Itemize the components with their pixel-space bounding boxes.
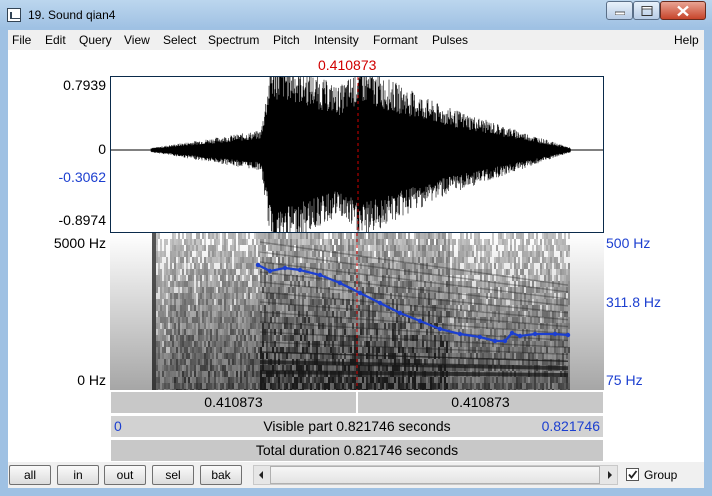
app-icon [7,8,21,22]
maximize-button[interactable] [633,1,660,20]
waveform-panel[interactable] [110,76,604,233]
editor-client-area: File Edit Query View Select Spectrum Pit… [8,30,704,488]
pitch-mid-label: 311.8 Hz [606,294,661,310]
spectrogram-plot [110,233,604,390]
freq-top-label: 5000 Hz [53,235,106,251]
menu-formant[interactable]: Formant [373,33,418,47]
menu-pulses[interactable]: Pulses [432,33,468,47]
close-icon [677,5,689,16]
minimize-button[interactable] [606,1,633,20]
menu-help[interactable]: Help [674,33,699,47]
menu-query[interactable]: Query [79,33,112,47]
amp-cursor-label: -0.3062 [58,169,106,185]
menu-file[interactable]: File [12,33,31,47]
amp-zero-label: 0 [98,141,106,157]
window-title: 19. Sound qian4 [28,8,116,22]
menu-select[interactable]: Select [163,33,196,47]
maximize-icon [641,5,652,16]
freq-bottom-label: 0 Hz [77,372,106,388]
amp-max-label: 0.7939 [63,77,106,93]
menu-spectrum[interactable]: Spectrum [208,33,259,47]
menu-intensity[interactable]: Intensity [314,33,359,47]
menu-view[interactable]: View [124,33,150,47]
spectrogram-panel[interactable] [110,233,604,390]
title-bar[interactable]: 19. Sound qian4 [0,0,712,30]
sound-editor-canvas[interactable]: 0.410873 0.7939 0 -0.3062 -0.8974 5000 H… [8,50,704,462]
cursor-time-label: 0.410873 [318,57,377,73]
pitch-bottom-label: 75 Hz [606,372,643,388]
waveform-plot [111,77,603,232]
menu-pitch[interactable]: Pitch [273,33,300,47]
praat-window: 19. Sound qian4 File Edit Query View Sel… [0,0,712,496]
menu-edit[interactable]: Edit [45,33,66,47]
pitch-top-label: 500 Hz [606,235,651,251]
minimize-icon [614,11,625,15]
close-button[interactable] [660,1,706,20]
amp-min-label: -0.8974 [58,212,106,228]
menu-bar: File Edit Query View Select Spectrum Pit… [8,30,704,49]
